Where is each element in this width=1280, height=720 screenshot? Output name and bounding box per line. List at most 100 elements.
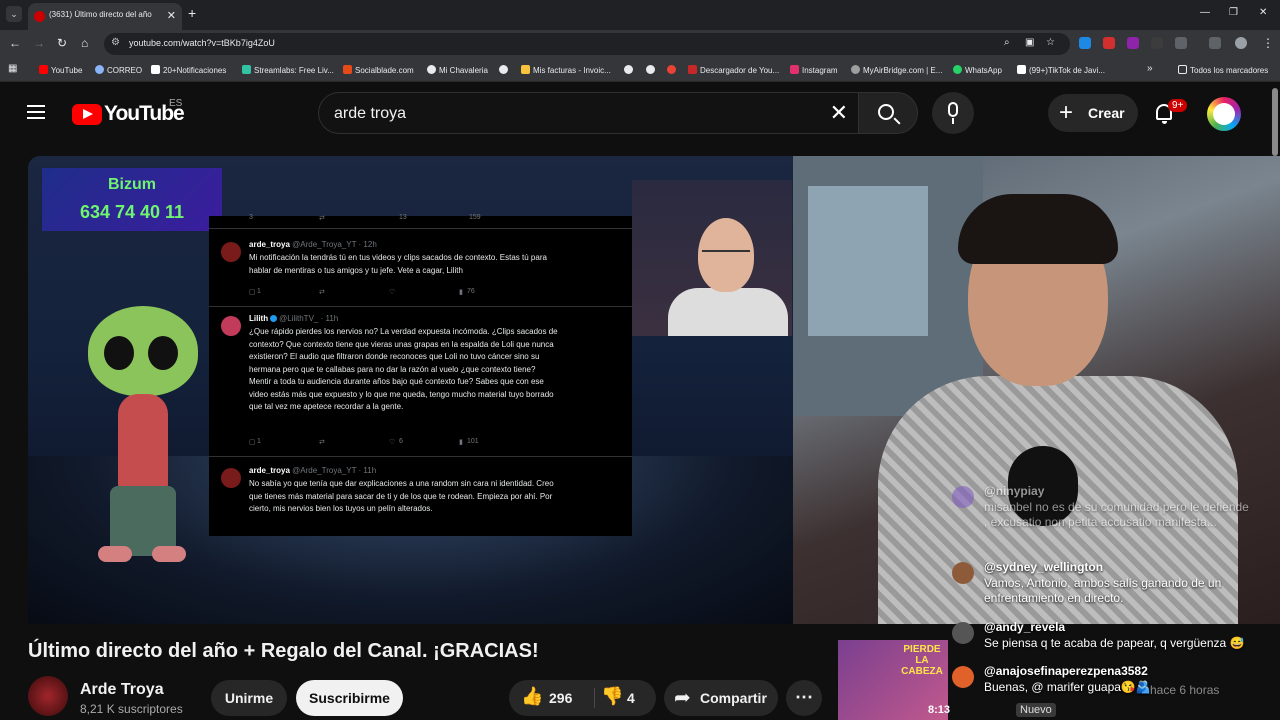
- bookmark-item[interactable]: Streamlabs: Free Liv...: [242, 65, 334, 75]
- page-scrollbar[interactable]: [1272, 88, 1278, 156]
- minimize-button[interactable]: —: [1200, 7, 1210, 18]
- bookmark-item[interactable]: 20+Notificaciones: [151, 65, 226, 75]
- youtube-logo-icon[interactable]: [72, 104, 102, 125]
- tweet-text: No sabía yo que tenía que dar explicacio…: [249, 479, 554, 513]
- downloader-icon: [688, 65, 697, 74]
- extension-icon[interactable]: [1079, 37, 1091, 49]
- tweet-header: Lilith @LilithTV_ · 11h: [249, 314, 338, 323]
- next-video-thumbnail[interactable]: PIERDE LA CABEZA 8:13: [838, 640, 950, 720]
- retweet-icon: ⇄: [319, 289, 325, 296]
- home-button[interactable]: ⌂: [81, 36, 88, 50]
- video-player[interactable]: Bizum 634 74 40 11 3 ⇄ 13 159 arde_troya…: [28, 156, 1280, 624]
- all-bookmarks-folder[interactable]: Todos los marcadores: [1178, 65, 1268, 75]
- bookmark-item[interactable]: Instagram: [790, 65, 838, 75]
- install-app-icon[interactable]: ▣: [1025, 37, 1034, 48]
- bookmark-star-icon[interactable]: ☆: [1046, 37, 1055, 48]
- bookmarks-bar: ▦ YouTube CORREO 20+Notificaciones Strea…: [0, 58, 1280, 82]
- menu-icon[interactable]: [27, 105, 45, 119]
- back-button[interactable]: ←: [9, 36, 21, 50]
- bookmark-item[interactable]: [667, 65, 679, 75]
- reload-button[interactable]: ↻: [57, 36, 67, 50]
- microphone-icon: [948, 102, 958, 117]
- extensions-puzzle-icon[interactable]: [1175, 37, 1187, 49]
- retweet-icon: ⇄: [319, 439, 325, 446]
- zoom-icon[interactable]: ⌕: [1004, 37, 1010, 48]
- tab-strip: ⌄ (3631) Último directo del año ✕ + — ❐ …: [0, 0, 1280, 30]
- more-bookmarks-icon[interactable]: »: [1147, 63, 1153, 74]
- window-close-button[interactable]: ✕: [1259, 7, 1267, 18]
- new-tab-button[interactable]: +: [188, 5, 196, 21]
- youtube-icon: [39, 65, 48, 74]
- reading-list-icon[interactable]: [1209, 37, 1221, 49]
- chrome-menu-icon[interactable]: ⋮: [1262, 36, 1274, 50]
- restore-button[interactable]: ❐: [1229, 7, 1238, 18]
- like-dislike-bar: 👍 296 👎 4: [509, 680, 656, 716]
- bookmark-item[interactable]: Descargador de You...: [688, 65, 779, 75]
- bookmark-item[interactable]: (99+)TikTok de Javi...: [1017, 65, 1105, 75]
- dislike-count: 4: [627, 690, 635, 706]
- youtube-favicon-icon: [34, 11, 45, 22]
- like-count: 13: [399, 214, 407, 221]
- account-avatar[interactable]: [1207, 97, 1241, 131]
- voice-search-button[interactable]: [932, 92, 974, 134]
- bookmark-item[interactable]: [646, 65, 658, 75]
- tab-close-icon[interactable]: ✕: [167, 9, 176, 22]
- retweet-icon: ⇄: [319, 215, 325, 222]
- tweet-actions: 3 ⇄ 13 159: [249, 214, 559, 224]
- subscribe-button[interactable]: Suscribirme: [296, 680, 403, 716]
- create-button[interactable]: + Crear: [1048, 94, 1138, 132]
- tweet-header: arde_troya @Arde_Troya_YT · 12h: [249, 240, 377, 249]
- like-button-icon[interactable]: 👍: [521, 686, 543, 707]
- site-info-icon[interactable]: ⚙: [111, 37, 120, 48]
- bookmark-item[interactable]: YouTube: [39, 65, 82, 75]
- bookmark-item[interactable]: Mis facturas - Invoic...: [521, 65, 611, 75]
- microphone-stand: [952, 118, 954, 124]
- join-button[interactable]: Unirme: [211, 680, 287, 716]
- tiktok-icon: [1017, 65, 1026, 74]
- search-input[interactable]: arde troya ✕: [318, 92, 860, 134]
- host-webcam: [632, 180, 792, 336]
- search-button[interactable]: [858, 92, 918, 134]
- tweet-handle: @Arde_Troya_YT · 11h: [292, 466, 377, 475]
- channel-avatar[interactable]: [28, 676, 68, 716]
- bookmark-item[interactable]: [499, 65, 511, 75]
- address-bar[interactable]: ⚙ youtube.com/watch?v=tBKb7ig4ZoU ⌕ ▣ ☆: [104, 33, 1070, 55]
- profile-avatar-icon[interactable]: [1235, 37, 1247, 49]
- share-button[interactable]: ➦ Compartir: [664, 680, 778, 716]
- host-glasses: [702, 250, 750, 260]
- active-tab[interactable]: (3631) Último directo del año ✕: [28, 3, 182, 30]
- chat-user: @andy_revela: [984, 620, 1066, 634]
- dislike-button-icon[interactable]: 👎: [601, 686, 623, 707]
- tweet-handle: @Arde_Troya_YT · 12h: [292, 240, 377, 249]
- channel-name[interactable]: Arde Troya: [80, 681, 164, 699]
- bookmark-item[interactable]: CORREO: [95, 65, 142, 75]
- chat-text: Se piensa q te acaba de papear, q vergüe…: [984, 636, 1245, 650]
- instagram-icon: [790, 65, 799, 74]
- tab-title: (3631) Último directo del año: [49, 10, 152, 19]
- bookmark-item[interactable]: [624, 65, 636, 75]
- reply-icon: ▢: [249, 289, 256, 296]
- subscriber-count: 8,21 K suscriptores: [80, 702, 183, 716]
- bookmark-item[interactable]: Socialblade.com: [343, 65, 414, 75]
- bookmark-item[interactable]: MyAirBridge.com | E...: [851, 65, 942, 75]
- share-icon: ➦: [674, 687, 691, 709]
- apps-grid-icon[interactable]: ▦: [8, 63, 17, 74]
- tab-search-button[interactable]: ⌄: [6, 6, 22, 22]
- bookmark-item[interactable]: WhatsApp: [953, 65, 1002, 75]
- tweet-divider: [209, 306, 632, 307]
- invoice-icon: [521, 65, 530, 74]
- bizum-number: 634 74 40 11: [79, 202, 185, 222]
- avatar: [952, 562, 974, 584]
- extension-icon[interactable]: [1151, 37, 1163, 49]
- clear-search-icon[interactable]: ✕: [830, 100, 848, 126]
- like-icon: ♡: [389, 439, 396, 446]
- views-count: 159: [469, 214, 481, 221]
- extension-icon[interactable]: [1127, 37, 1139, 49]
- forward-button[interactable]: →: [33, 36, 45, 50]
- plus-icon: +: [1059, 99, 1074, 126]
- more-actions-button[interactable]: ⋯: [786, 680, 822, 716]
- cloud-icon: [851, 65, 860, 74]
- bookmark-item[interactable]: Mi Chavaleria: [427, 65, 488, 75]
- extension-icon[interactable]: [1103, 37, 1115, 49]
- bell-clapper: [1162, 121, 1167, 124]
